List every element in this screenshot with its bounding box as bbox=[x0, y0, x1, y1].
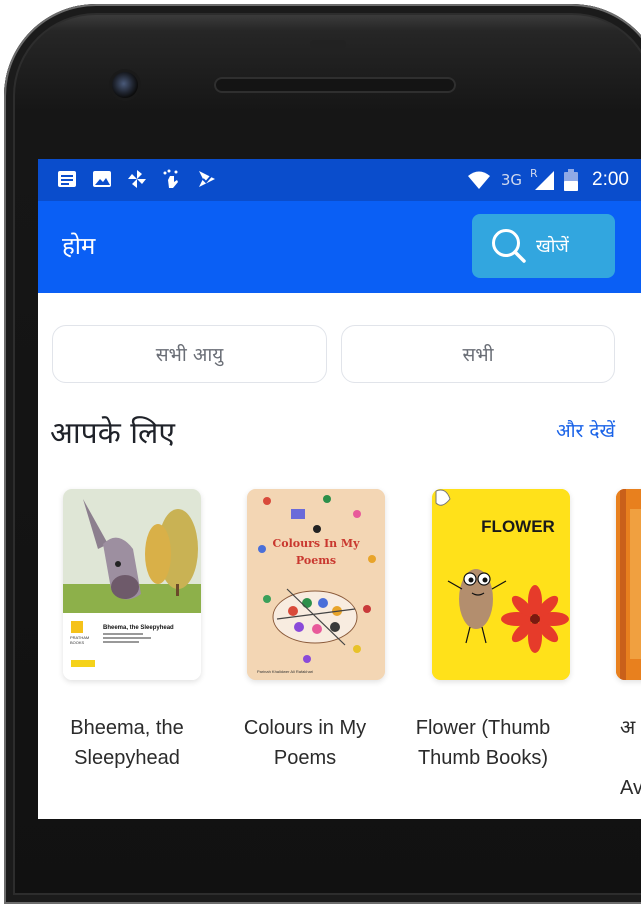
book-title-line: Thumb Books) bbox=[417, 747, 549, 769]
pinwheel-icon bbox=[128, 170, 146, 188]
notification-icons bbox=[56, 168, 218, 190]
book-cover-illustration: Colours In My Poems Parinah Khalidwer Al… bbox=[247, 489, 385, 680]
image-icon bbox=[93, 171, 111, 187]
age-filter-button[interactable]: सभी आयु bbox=[52, 325, 327, 383]
book-title: Bheema, the Sleepyhead bbox=[38, 713, 216, 773]
app-bar: होम खोजें bbox=[38, 201, 641, 293]
filter-bar: सभी आयु सभी bbox=[52, 325, 632, 385]
status-indicators: 3G R 2:00 bbox=[467, 165, 629, 195]
book-cover[interactable]: PRATHAM BOOKS Bheema, the Sleepyhead bbox=[63, 489, 201, 680]
earpiece-speaker bbox=[214, 77, 456, 93]
search-label: खोजें bbox=[536, 236, 569, 257]
book-title-line bbox=[620, 743, 641, 773]
book-cover-illustration: PRATHAM BOOKS Bheema, the Sleepyhead bbox=[63, 489, 201, 680]
book-title: Flower (Thumb Thumb Books) bbox=[394, 713, 572, 773]
book-title: Colours in My Poems bbox=[216, 713, 394, 773]
cover-title-text: Bheema, the Sleepyhead bbox=[103, 625, 174, 631]
svg-text:BOOKS: BOOKS bbox=[70, 640, 85, 645]
category-filter-button[interactable]: सभी bbox=[341, 325, 615, 383]
book-carousel[interactable]: PRATHAM BOOKS Bheema, the Sleepyhead Bhe… bbox=[38, 489, 641, 819]
section-title: आपके लिए bbox=[50, 416, 175, 451]
book-title-line: Sleepyhead bbox=[74, 747, 180, 769]
sparkle-hand-icon bbox=[163, 169, 178, 188]
book-cover-illustration: FLOWER bbox=[432, 489, 570, 680]
svg-text:Poems: Poems bbox=[296, 554, 336, 567]
wifi-icon bbox=[467, 171, 490, 189]
cover-authors: Parinah Khalidwer Ali Rafakhari bbox=[257, 669, 313, 674]
book-title-line: Av bbox=[620, 777, 641, 799]
signal-icon: R bbox=[530, 167, 556, 191]
check-flag-icon bbox=[199, 171, 215, 187]
book-title-line: Poems bbox=[273, 747, 337, 769]
book-cover[interactable]: FLOWER bbox=[432, 489, 570, 680]
book-title-line: Colours in My bbox=[243, 717, 367, 739]
clock: 2:00 bbox=[592, 169, 629, 190]
book-title-line: अ bbox=[620, 717, 636, 739]
book-title: अ Av bbox=[620, 713, 641, 803]
cover-title-text: Colours In My bbox=[273, 537, 361, 550]
search-button[interactable]: खोजें bbox=[472, 214, 615, 278]
cover-title-text: FLOWER bbox=[481, 517, 555, 536]
book-cover[interactable] bbox=[616, 489, 641, 680]
phone-frame: 3G R 2:00 होम खोजें सभी आयु सभी आपके लिए… bbox=[4, 4, 641, 904]
see-more-link[interactable]: और देखें bbox=[556, 417, 615, 443]
page-title: होम bbox=[62, 232, 96, 260]
book-title-line: Bheema, the bbox=[70, 717, 184, 739]
phone-top-slot bbox=[310, 40, 346, 48]
screen: 3G R 2:00 होम खोजें सभी आयु सभी आपके लिए… bbox=[38, 159, 641, 819]
search-icon bbox=[492, 229, 526, 263]
notes-icon bbox=[58, 171, 76, 187]
status-bar: 3G R 2:00 bbox=[38, 159, 641, 201]
battery-icon bbox=[564, 169, 579, 191]
front-camera bbox=[112, 72, 138, 98]
book-cover[interactable]: Colours In My Poems Parinah Khalidwer Al… bbox=[247, 489, 385, 680]
book-cover-illustration bbox=[616, 489, 641, 680]
book-title-line: Flower (Thumb bbox=[415, 717, 551, 739]
network-type: 3G bbox=[500, 171, 523, 189]
